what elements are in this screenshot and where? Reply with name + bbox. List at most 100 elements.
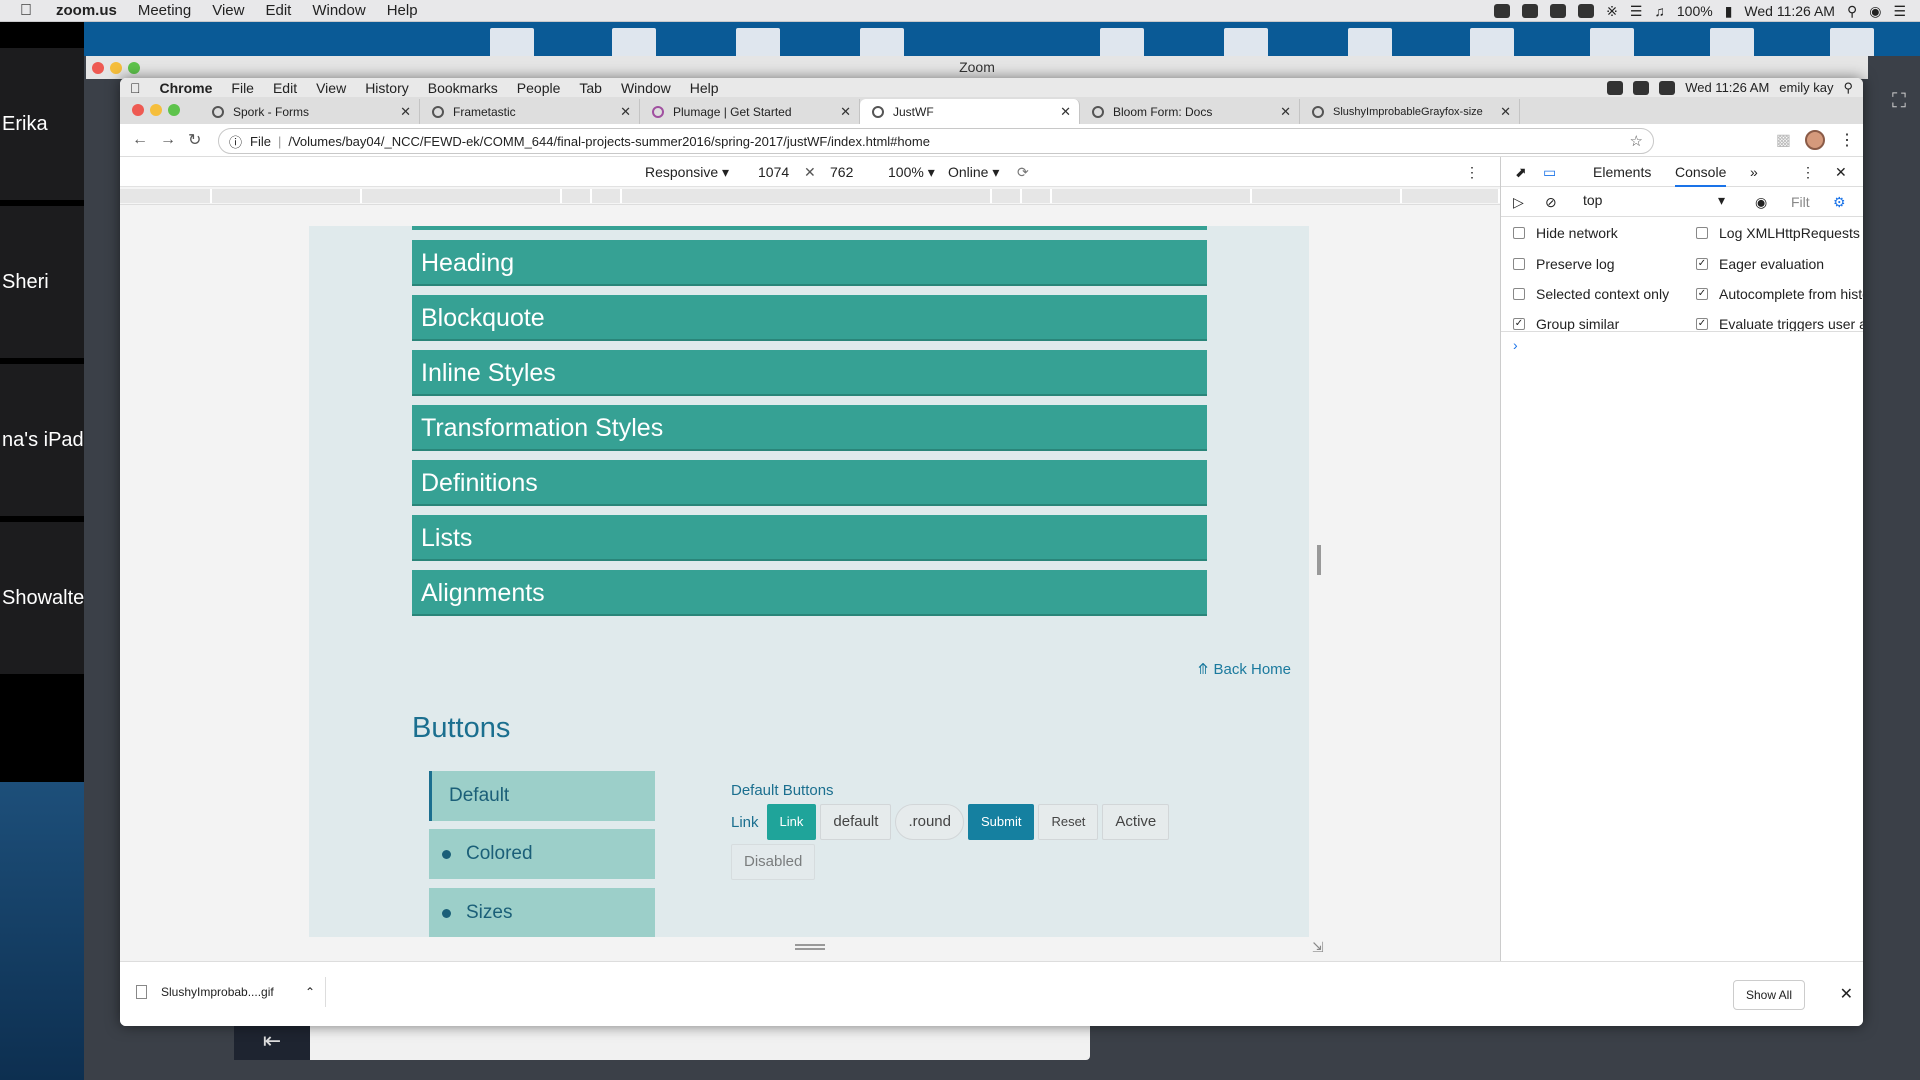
- section-bar-blockquote[interactable]: Blockquote: [412, 295, 1207, 341]
- option-selected-context[interactable]: Selected context only: [1513, 286, 1669, 302]
- checkbox[interactable]: [1696, 227, 1708, 239]
- device-more-icon[interactable]: ⋮: [1465, 164, 1479, 181]
- chrome-menu-icon[interactable]: ⋮: [1839, 130, 1855, 150]
- clear-console-icon[interactable]: ⊘: [1545, 194, 1557, 211]
- media-query-segment[interactable]: [1052, 189, 1252, 203]
- menu-window[interactable]: Window: [621, 80, 671, 96]
- tab-bloom-form[interactable]: Bloom Form: Docs ✕: [1080, 99, 1300, 124]
- section-bar-inline-styles[interactable]: Inline Styles: [412, 350, 1207, 396]
- media-query-segment[interactable]: [362, 189, 562, 203]
- chat-status-icon[interactable]: [1522, 4, 1539, 18]
- viewport-width-input[interactable]: 1074: [758, 164, 789, 180]
- info-icon[interactable]: ⓘ: [229, 132, 242, 151]
- side-menu-sizes[interactable]: Sizes: [429, 888, 655, 937]
- option-eager-evaluation[interactable]: ✓ Eager evaluation: [1696, 256, 1824, 272]
- spotlight-search-icon[interactable]: ⚲: [1847, 3, 1857, 20]
- menu-window[interactable]: Window: [312, 2, 365, 19]
- media-query-segment[interactable]: [120, 189, 212, 203]
- viewport-height-input[interactable]: 762: [830, 164, 853, 180]
- demo-link[interactable]: Link: [731, 814, 759, 831]
- media-query-segment[interactable]: [1252, 189, 1402, 203]
- console-settings-gear-icon[interactable]: ⚙: [1833, 194, 1846, 211]
- forward-arrow-icon[interactable]: →: [160, 131, 176, 149]
- menu-help[interactable]: Help: [387, 2, 418, 19]
- demo-submit-button[interactable]: Submit: [967, 804, 1035, 840]
- close-icon[interactable]: ✕: [1280, 104, 1291, 120]
- tab-plumage[interactable]: Plumage | Get Started ✕: [640, 99, 860, 124]
- maximize-window-icon[interactable]: [168, 104, 180, 116]
- user-name[interactable]: emily kay: [1779, 80, 1833, 95]
- option-log-xhr[interactable]: Log XMLHttpRequests: [1696, 225, 1860, 241]
- battery-percent[interactable]: 100%: [1677, 3, 1713, 19]
- status-icon[interactable]: [1633, 80, 1650, 95]
- checkbox-checked[interactable]: ✓: [1696, 288, 1708, 300]
- menu-history[interactable]: History: [365, 80, 409, 96]
- fullscreen-icon[interactable]: ⛶: [1892, 90, 1906, 113]
- close-icon[interactable]: ✕: [1840, 984, 1853, 1004]
- checkbox-checked[interactable]: ✓: [1696, 258, 1708, 270]
- devtools-menu-icon[interactable]: ⋮: [1801, 164, 1815, 181]
- apple-menu-icon[interactable]: : [20, 2, 32, 20]
- section-bar-definitions[interactable]: Definitions: [412, 460, 1207, 506]
- checkbox-checked[interactable]: ✓: [1696, 318, 1708, 330]
- close-icon[interactable]: ✕: [1500, 104, 1511, 120]
- checkbox-checked[interactable]: ✓: [1513, 318, 1525, 330]
- profile-avatar[interactable]: [1805, 130, 1825, 150]
- devtools-tab-console[interactable]: Console: [1675, 164, 1727, 187]
- live-expression-eye-icon[interactable]: ◉: [1755, 194, 1767, 211]
- apple-menu-icon[interactable]: : [130, 80, 141, 96]
- media-query-segment[interactable]: [592, 189, 622, 203]
- menu-meeting[interactable]: Meeting: [138, 2, 191, 19]
- menu-app-zoom[interactable]: zoom.us: [56, 2, 117, 19]
- menu-view[interactable]: View: [316, 80, 346, 96]
- option-hide-network[interactable]: Hide network: [1513, 225, 1618, 241]
- tab-slushy-gif[interactable]: SlushyImprobableGrayfox-size ✕: [1300, 99, 1520, 124]
- device-mode-select[interactable]: Responsive ▾: [645, 164, 729, 181]
- maximize-window-icon[interactable]: [128, 62, 140, 74]
- option-autocomplete[interactable]: ✓ Autocomplete from histo: [1696, 286, 1863, 302]
- media-query-segment[interactable]: [562, 189, 592, 203]
- minimize-window-icon[interactable]: [150, 104, 162, 116]
- menu-edit[interactable]: Edit: [265, 2, 291, 19]
- extension-icon[interactable]: ▩: [1776, 130, 1791, 150]
- download-item[interactable]: SlushyImprobab....gif ⌃: [136, 977, 326, 1007]
- media-query-segment[interactable]: [212, 189, 362, 203]
- menu-edit[interactable]: Edit: [273, 80, 297, 96]
- context-select[interactable]: top ▾: [1579, 192, 1729, 212]
- menu-people[interactable]: People: [517, 80, 561, 96]
- rotate-icon[interactable]: ⟳: [1017, 164, 1029, 181]
- inspect-element-icon[interactable]: ⬈: [1515, 164, 1527, 181]
- battery-icon[interactable]: ▮: [1725, 3, 1733, 20]
- demo-active-button[interactable]: Active: [1102, 804, 1170, 840]
- section-bar-transformation-styles[interactable]: Transformation Styles: [412, 405, 1207, 451]
- participant-tile[interactable]: na's iPad: [0, 364, 84, 519]
- resize-corner-icon[interactable]: ⇲: [1312, 939, 1324, 956]
- close-window-icon[interactable]: [92, 62, 104, 74]
- menu-tab[interactable]: Tab: [579, 80, 602, 96]
- network-throttle-select[interactable]: Online ▾: [948, 164, 999, 181]
- volume-icon[interactable]: ♫: [1654, 3, 1665, 19]
- tab-justwf[interactable]: JustWF ✕: [860, 99, 1080, 124]
- zoom-select[interactable]: 100% ▾: [888, 164, 935, 181]
- close-devtools-icon[interactable]: ✕: [1835, 164, 1847, 181]
- demo-default-button[interactable]: default: [820, 804, 892, 840]
- minimize-window-icon[interactable]: [110, 62, 122, 74]
- side-menu-colored[interactable]: Colored: [429, 829, 655, 879]
- checkbox[interactable]: [1513, 227, 1525, 239]
- chevron-up-icon[interactable]: ⌃: [305, 985, 315, 999]
- option-group-similar[interactable]: ✓ Group similar: [1513, 316, 1619, 332]
- option-evaluate-triggers[interactable]: ✓ Evaluate triggers user ac: [1696, 316, 1863, 332]
- close-icon[interactable]: ✕: [840, 104, 851, 120]
- close-window-icon[interactable]: [132, 104, 144, 116]
- console-filter-input[interactable]: Filt: [1791, 194, 1810, 210]
- menu-help[interactable]: Help: [690, 80, 719, 96]
- resize-handle-bottom[interactable]: [795, 944, 825, 950]
- tab-frametastic[interactable]: Frametastic ✕: [420, 99, 640, 124]
- resize-handle-right[interactable]: [1317, 545, 1321, 575]
- status-icon[interactable]: [1659, 80, 1676, 95]
- reload-icon[interactable]: ↻: [188, 130, 201, 150]
- menu-view[interactable]: View: [212, 2, 244, 19]
- participant-tile[interactable]: Erika: [0, 48, 84, 203]
- menu-app-chrome[interactable]: Chrome: [160, 80, 213, 96]
- media-query-segment[interactable]: [622, 189, 992, 203]
